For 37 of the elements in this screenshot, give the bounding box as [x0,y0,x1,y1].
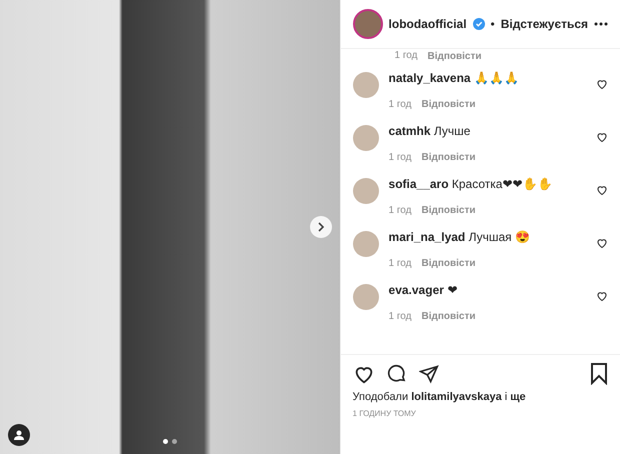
separator: • [490,17,495,31]
next-button[interactable] [310,216,332,238]
comment-time: 1 год [394,50,418,62]
reply-link[interactable]: Відповісти [421,311,476,322]
chevron-right-icon [316,222,325,232]
comment-time: 1 год [388,99,412,110]
bookmark-button[interactable] [590,363,608,385]
comment-text: mari_na_lyad Лучшая 😍 [388,230,531,244]
more-options-button[interactable] [594,22,608,26]
reply-link[interactable]: Відповісти [421,205,476,216]
comment-time: 1 год [388,311,412,322]
like-button[interactable] [596,78,608,90]
person-icon [13,429,25,441]
verified-badge-icon [472,18,485,30]
like-button[interactable] [596,131,608,143]
comment-time: 1 год [388,205,412,216]
comment-text: sofia__aro Красотка❤❤✋✋ [388,177,554,191]
user-tag-button[interactable] [8,424,30,446]
reply-link[interactable]: Відповісти [421,152,476,163]
likes-text: Уподобали lolitamilyavskaya і ще [352,391,527,403]
comment-time: 1 год [388,152,412,163]
comment-text: eva.vager ❤ [388,283,458,297]
reply-link[interactable]: Відповісти [421,99,476,110]
reply-link[interactable]: Відповісти [421,258,476,269]
follow-status[interactable]: Відстежується [500,17,588,31]
username[interactable]: lobodaofficial [388,17,467,31]
comment-text: catmhk Лучше [388,124,472,138]
like-button[interactable] [596,237,608,249]
comment-time: 1 год [388,258,412,269]
avatar[interactable] [352,9,383,39]
comment-button[interactable] [386,364,407,384]
like-button[interactable] [596,184,608,196]
share-button[interactable] [418,364,439,384]
post-time: 1 ГОДИНУ ТОМУ [352,409,417,418]
like-button[interactable] [596,290,608,302]
reply-link[interactable]: Відповісти [427,50,482,62]
comment-text: nataly_kavena 🙏🙏🙏 [388,71,520,85]
